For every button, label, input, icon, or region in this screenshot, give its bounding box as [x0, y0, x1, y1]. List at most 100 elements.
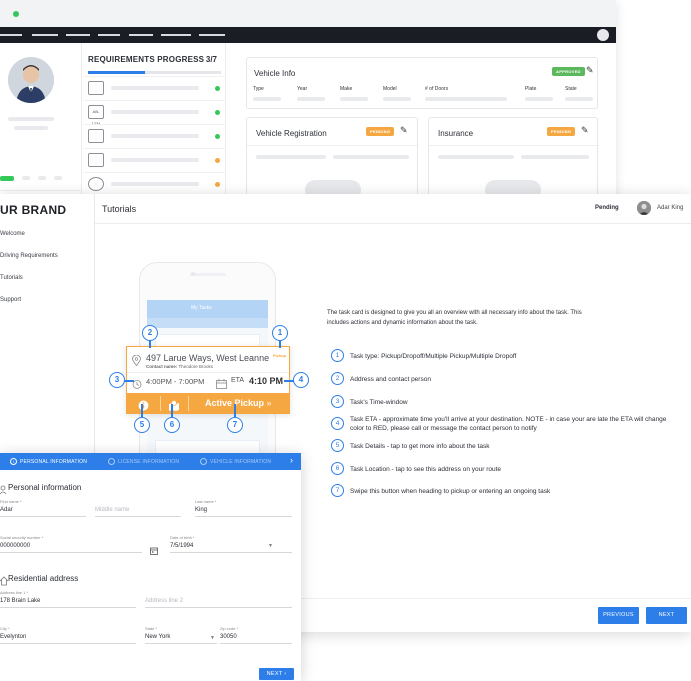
legend-number-icon: 7: [331, 484, 344, 497]
sidebar-item-tutorials[interactable]: Tutorials: [0, 275, 23, 281]
status-progress: [0, 176, 14, 181]
active-pickup-label[interactable]: Active Pickup »: [205, 398, 272, 408]
legend-number-icon: 4: [331, 417, 344, 430]
address-line-1-field[interactable]: 178 Brain Lake: [0, 598, 40, 604]
placeholder: [54, 176, 62, 180]
address-line-1-label: Address line 1 *: [0, 590, 29, 595]
placeholder: [256, 155, 326, 159]
residential-address-title: Residential address: [8, 574, 79, 583]
vehicle-info-card[interactable]: Vehicle Info APPROVED ✎ Type Year Make Mode…: [246, 57, 598, 109]
divider: [188, 396, 189, 411]
city-label: City *: [0, 626, 10, 631]
placeholder: [38, 176, 46, 180]
status-dot-icon: [215, 182, 220, 187]
requirement-row[interactable]: [83, 148, 226, 172]
user-avatar[interactable]: [637, 201, 651, 215]
form-stepper: i PERSONAL INFORMATION LICENSE INFORMATIO…: [0, 453, 301, 470]
dropdown-arrow-icon[interactable]: ▼: [210, 635, 215, 641]
zip-code-field[interactable]: 30050: [220, 634, 237, 640]
last-name-label: Last name *: [195, 499, 217, 504]
middle-name-field[interactable]: Middle name: [95, 507, 129, 513]
legend-number-icon: 2: [331, 372, 344, 385]
dropdown-arrow-icon[interactable]: ▼: [268, 543, 273, 549]
user-name[interactable]: Adar King: [657, 205, 683, 211]
main-header: Tutorials Pending Adar King: [95, 194, 691, 224]
sidebar-item-driving-requirements[interactable]: Driving Requirements: [0, 253, 58, 259]
status-dot-icon: [215, 158, 220, 163]
window-dot-icon: [13, 11, 19, 17]
task-time-window: 4:00PM - 7:00PM: [146, 377, 205, 386]
callout-3: 3: [109, 372, 125, 388]
ssn-label: Social security number *: [0, 535, 44, 540]
callout-connector: [171, 404, 173, 417]
nav-placeholder: [129, 34, 153, 36]
input-underline: [0, 516, 86, 517]
requirement-row[interactable]: AB-1234: [83, 100, 226, 126]
requirement-row[interactable]: [83, 76, 226, 100]
name-placeholder: [8, 117, 54, 121]
legend-number-icon: 3: [331, 395, 344, 408]
phone-speaker: [190, 273, 226, 276]
personal-information-title: Personal information: [8, 483, 82, 492]
input-underline: [170, 552, 292, 553]
nav-placeholder: [199, 34, 225, 36]
divider: [127, 372, 289, 373]
next-button[interactable]: NEXT: [646, 607, 687, 624]
step-label: LICENSE INFORMATION: [118, 458, 180, 465]
step-vehicle-information[interactable]: VEHICLE INFORMATION: [200, 458, 271, 465]
nav-placeholder: [32, 34, 58, 36]
document-icon: [88, 129, 104, 143]
legend-number-icon: 5: [331, 439, 344, 452]
input-underline: [0, 643, 136, 644]
divider: [160, 396, 161, 411]
info-icon[interactable]: [138, 398, 149, 411]
requirement-row[interactable]: [83, 172, 226, 196]
legend-text: Task Location - tap to see this address …: [350, 466, 502, 473]
requirement-row[interactable]: [83, 124, 226, 148]
vehicle-info-column-label: # of Doors: [425, 86, 449, 92]
callout-1: 1: [272, 325, 288, 341]
edit-pencil-icon[interactable]: ✎: [581, 125, 589, 136]
status-dot-icon: [215, 110, 220, 115]
step-personal-information[interactable]: i PERSONAL INFORMATION: [10, 458, 87, 465]
legend-text: Task's Time-window: [350, 399, 408, 406]
edit-pencil-icon[interactable]: ✎: [400, 125, 408, 136]
step-license-information[interactable]: LICENSE INFORMATION: [108, 458, 179, 465]
divider: [429, 145, 599, 146]
input-underline: [195, 516, 292, 517]
status-dot-icon: [215, 86, 220, 91]
task-address: 497 Larue Ways, West Leanne: [146, 353, 270, 363]
city-field[interactable]: Evelynton: [0, 634, 26, 640]
address-line-2-field[interactable]: Address line 2: [145, 598, 183, 604]
first-name-field[interactable]: Adar: [0, 507, 13, 513]
profile-circle-icon[interactable]: [597, 29, 609, 41]
form-next-button[interactable]: NEXT ›: [259, 668, 294, 680]
calendar-icon[interactable]: [150, 542, 158, 555]
map-location-icon[interactable]: [168, 398, 180, 411]
last-name-field[interactable]: King: [195, 507, 207, 513]
edit-pencil-icon[interactable]: ✎: [586, 65, 594, 76]
circle-icon: [200, 458, 207, 465]
placeholder: [333, 155, 409, 159]
card-icon: [88, 153, 104, 167]
vehicle-info-column-label: Year: [297, 86, 308, 92]
task-card[interactable]: 497 Larue Ways, West Leanne Contact name…: [126, 346, 290, 414]
callout-connector: [124, 380, 134, 382]
phone-tab-bar: [147, 318, 268, 328]
divider: [0, 190, 82, 191]
callout-2: 2: [142, 325, 158, 341]
state-select[interactable]: New York: [145, 634, 170, 640]
circle-icon: [108, 458, 115, 465]
ssn-field[interactable]: 000000000: [0, 543, 30, 549]
dob-field[interactable]: 7/5/1994: [170, 543, 193, 549]
double-chevron-right-icon: »: [266, 398, 272, 408]
location-pin-icon: [132, 353, 141, 367]
task-action-bar[interactable]: Active Pickup »: [127, 393, 289, 414]
placeholder: [22, 176, 30, 180]
legend-number-icon: 6: [331, 462, 344, 475]
chevron-right-icon[interactable]: ›: [290, 455, 293, 465]
previous-button[interactable]: PREVIOUS: [598, 607, 639, 624]
legend-text: Task ETA - approximate time you'll arriv…: [350, 416, 667, 432]
sidebar-item-welcome[interactable]: Welcome: [0, 231, 25, 237]
sidebar-item-support[interactable]: Support: [0, 297, 21, 303]
